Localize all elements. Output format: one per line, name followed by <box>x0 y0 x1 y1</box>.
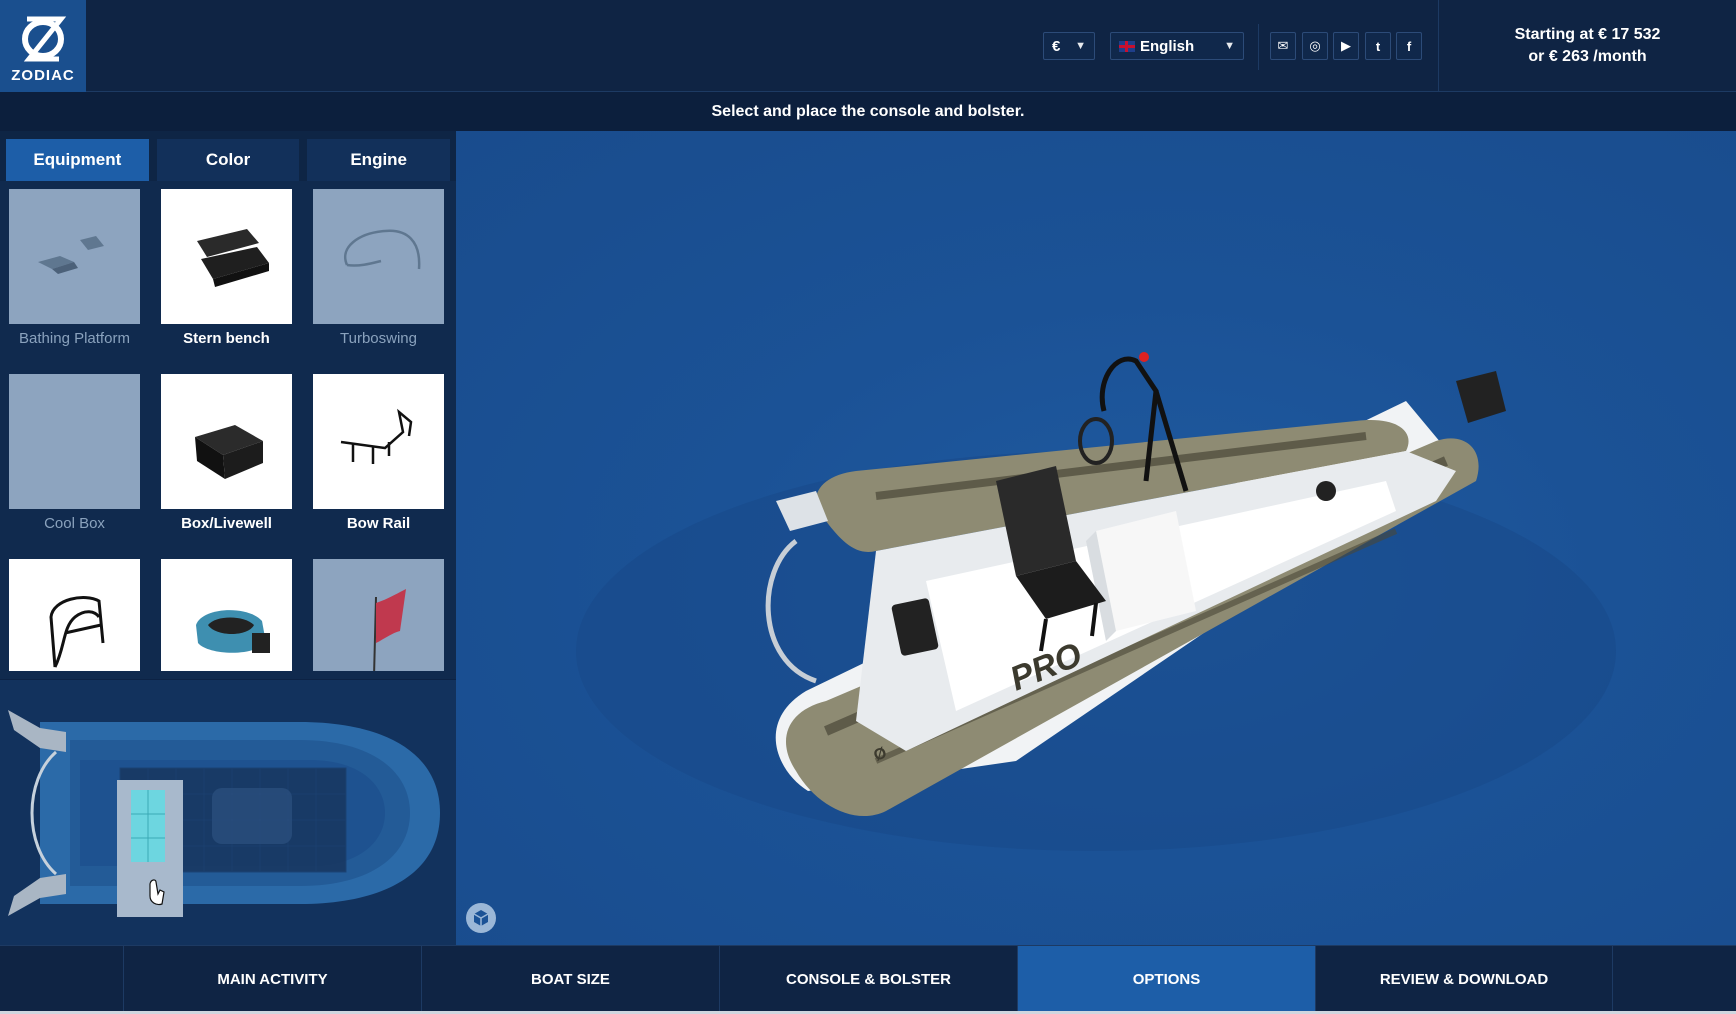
price-starting: Starting at € 17 532 <box>1514 26 1661 43</box>
console-seat-icon <box>161 559 292 677</box>
boat-3d-viewport[interactable]: Ø PRO <box>456 131 1736 945</box>
chevron-down-icon: ▼ <box>1075 40 1086 52</box>
header-divider <box>1258 24 1259 70</box>
option-bathing-platform[interactable]: Bathing Platform <box>9 189 140 347</box>
option-label: Stern bench <box>183 330 270 347</box>
stern-bench-icon <box>161 189 292 324</box>
boat-3d-model: Ø PRO <box>576 352 1616 851</box>
instagram-icon[interactable]: ◎ <box>1302 32 1328 60</box>
top-view-boat-diagram <box>8 710 440 917</box>
tab-equipment[interactable]: Equipment <box>6 139 149 181</box>
uk-flag-icon <box>1119 40 1135 52</box>
option-stern-bench[interactable]: Stern bench <box>161 189 292 347</box>
option-label: Bathing Platform <box>19 330 130 347</box>
option-label: Box/Livewell <box>181 515 272 532</box>
bow-rail-icon <box>313 374 444 509</box>
step-console-bolster[interactable]: CONSOLE & BOLSTER <box>719 946 1017 1012</box>
price-summary: Starting at € 17 532 or € 263 /month <box>1438 0 1736 92</box>
language-value: English <box>1140 37 1195 55</box>
options-panel: Equipment Color Engine Bathing Platform … <box>0 131 456 945</box>
option-label: Cool Box <box>44 515 105 532</box>
turboswing-icon <box>313 189 444 324</box>
option-t-top-frame[interactable] <box>9 559 140 677</box>
language-select[interactable]: English ▼ <box>1110 32 1244 60</box>
3d-view-cube-icon[interactable] <box>466 903 496 933</box>
grid-fade <box>9 671 449 677</box>
zodiac-logo[interactable]: ZODIAC <box>0 0 86 92</box>
option-console-seat[interactable] <box>161 559 292 677</box>
twitter-icon[interactable]: t <box>1365 32 1391 60</box>
step-boat-size[interactable]: BOAT SIZE <box>421 946 719 1012</box>
tab-engine[interactable]: Engine <box>307 139 451 181</box>
t-top-frame-icon <box>9 559 140 677</box>
currency-select[interactable]: € ▼ <box>1043 32 1095 60</box>
option-tabs: Equipment Color Engine <box>0 131 456 181</box>
logo-text: ZODIAC <box>11 66 75 84</box>
bathing-platform-icon <box>9 189 140 324</box>
step-review-download[interactable]: REVIEW & DOWNLOAD <box>1315 946 1613 1012</box>
option-flag[interactable] <box>313 559 444 677</box>
configurator-steps: MAIN ACTIVITY BOAT SIZE CONSOLE & BOLSTE… <box>0 945 1736 1014</box>
step-main-activity[interactable]: MAIN ACTIVITY <box>123 946 421 1012</box>
tab-color[interactable]: Color <box>156 139 300 181</box>
flag-icon <box>313 559 444 677</box>
boat-placement-plan <box>0 679 456 945</box>
option-box-livewell[interactable]: Box/Livewell <box>161 374 292 532</box>
option-grid: Bathing Platform Stern bench Turboswing … <box>9 189 449 677</box>
option-bow-rail[interactable]: Bow Rail <box>313 374 444 532</box>
currency-value: € <box>1052 37 1061 55</box>
cool-box-icon <box>9 374 140 509</box>
header: ZODIAC € ▼ English ▼ ✉ ◎ ▶ t f Starting … <box>0 0 1736 92</box>
envelope-icon[interactable]: ✉ <box>1270 32 1296 60</box>
box-livewell-icon <box>161 374 292 509</box>
option-turboswing[interactable]: Turboswing <box>313 189 444 347</box>
option-label: Bow Rail <box>346 515 411 532</box>
facebook-icon[interactable]: f <box>1396 32 1422 60</box>
instruction-text: Select and place the console and bolster… <box>0 93 1736 131</box>
price-monthly: or € 263 /month <box>1528 48 1647 65</box>
chevron-down-icon: ▼ <box>1224 40 1235 52</box>
zodiac-logo-icon <box>22 16 67 61</box>
step-options[interactable]: OPTIONS <box>1017 946 1315 1012</box>
youtube-icon[interactable]: ▶ <box>1333 32 1359 60</box>
option-cool-box[interactable]: Cool Box <box>9 374 140 532</box>
option-label: Turboswing <box>340 330 417 347</box>
